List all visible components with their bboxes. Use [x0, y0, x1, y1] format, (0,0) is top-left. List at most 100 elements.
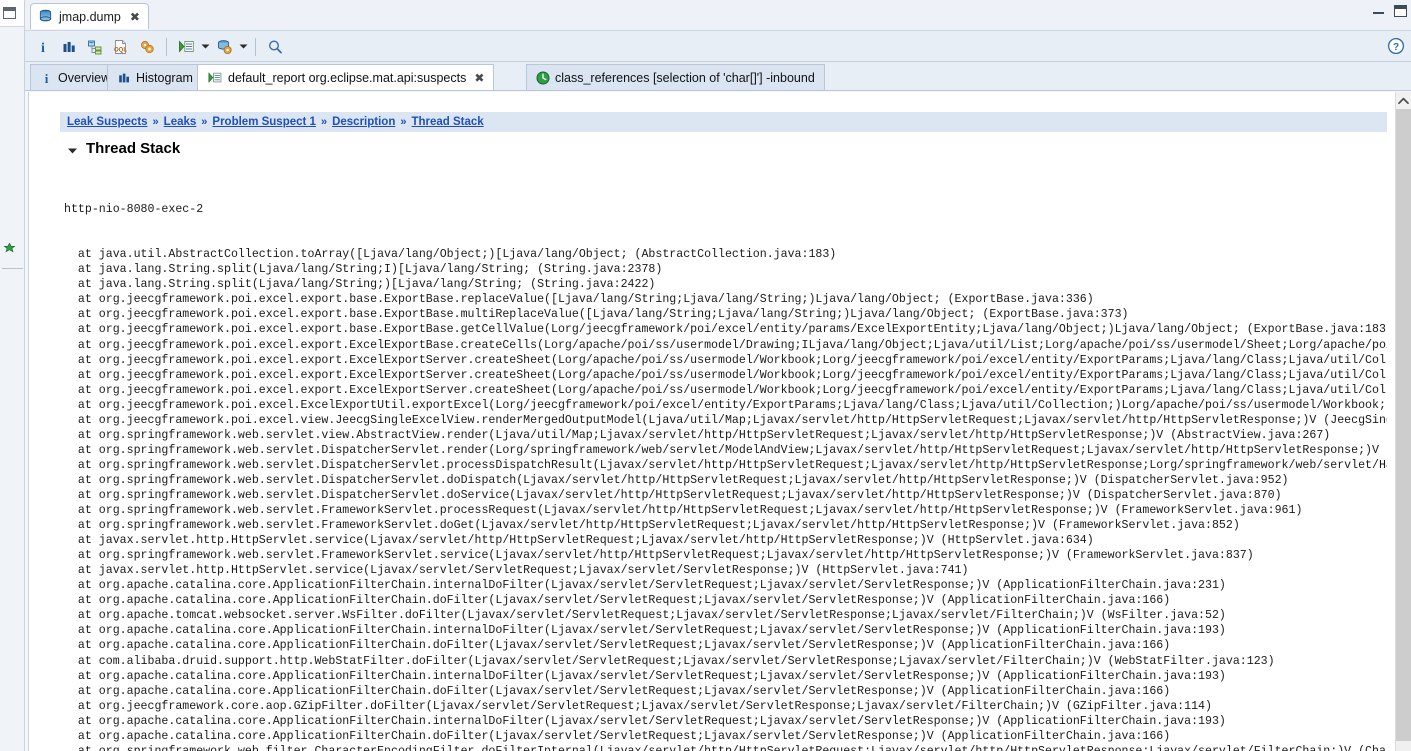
section-header-thread-stack[interactable]: Thread Stack	[67, 140, 180, 157]
stack-frame: at org.springframework.web.servlet.Dispa…	[64, 473, 1289, 487]
tab-class-references[interactable]: class_references [selection of 'char[]']…	[526, 64, 825, 90]
stack-frame: at org.springframework.web.filter.Charac…	[64, 744, 1410, 751]
breadcrumb-separator: »	[201, 116, 208, 128]
stack-frame: at org.jeecgframework.poi.excel.export.E…	[64, 368, 1410, 382]
triangle-down-icon[interactable]	[67, 143, 78, 154]
histogram-icon	[119, 73, 129, 82]
info-icon: i	[45, 71, 49, 85]
run-expert-system-test-dropdown[interactable]	[199, 36, 211, 58]
stack-frame: at org.jeecgframework.core.aop.GZipFilte…	[64, 699, 1212, 713]
stack-frame: at org.jeecgframework.poi.excel.export.E…	[64, 353, 1410, 367]
svg-text:OQL: OQL	[114, 47, 127, 53]
tab-overview-label: Overview	[58, 70, 111, 85]
stack-frame-list: at java.util.AbstractCollection.toArray(…	[64, 247, 1410, 751]
tab-default-report-label: default_report org.eclipse.mat.api:suspe…	[228, 70, 467, 85]
stack-frame: at org.apache.catalina.core.ApplicationF…	[64, 669, 1226, 683]
restore-view-icon[interactable]	[3, 7, 16, 19]
run-report-icon	[208, 71, 222, 83]
stack-frame: at org.springframework.web.servlet.view.…	[64, 428, 1331, 442]
breadcrumb-item-leak-suspects[interactable]: Leak Suspects	[67, 116, 148, 128]
scrollbar-thumb[interactable]	[1396, 109, 1411, 741]
tab-default-report[interactable]: default_report org.eclipse.mat.api:suspe…	[197, 64, 495, 90]
stack-frame: at org.jeecgframework.poi.excel.export.b…	[64, 323, 1393, 337]
svg-text:i: i	[41, 41, 45, 55]
thread-name: http-nio-8080-exec-2	[64, 203, 204, 217]
stack-frame: at org.springframework.web.servlet.Dispa…	[64, 458, 1410, 472]
stack-frame: at org.apache.catalina.core.ApplicationF…	[64, 624, 1226, 638]
dominator-tree-button[interactable]	[83, 35, 107, 59]
breadcrumb-separator: »	[320, 116, 328, 128]
stack-frame: at org.springframework.web.servlet.Frame…	[64, 519, 1240, 533]
left-trim-bar	[0, 0, 25, 751]
stack-frame: at org.apache.catalina.core.ApplicationF…	[64, 579, 1226, 593]
stack-frame: at org.jeecgframework.poi.excel.export.b…	[64, 308, 1129, 322]
heap-dump-icon	[38, 9, 53, 24]
stack-frame: at org.springframework.web.servlet.Dispa…	[64, 488, 1282, 502]
class-references-icon	[536, 71, 550, 84]
toolbar-separator	[166, 37, 167, 56]
run-expert-system-test-button[interactable]	[174, 35, 198, 59]
stack-frame: at org.jeecgframework.poi.excel.export.b…	[64, 293, 1094, 307]
help-icon[interactable]: ?	[1387, 37, 1405, 55]
svg-text:i: i	[45, 71, 49, 85]
stack-frame: at org.jeecgframework.poi.excel.export.E…	[64, 383, 1410, 397]
stack-frame: at java.lang.String.split(Ljava/lang/Str…	[64, 278, 656, 292]
breadcrumb-item-description[interactable]: Description	[332, 116, 395, 128]
breadcrumb-item-leaks[interactable]: Leaks	[164, 116, 197, 128]
stack-frame: at org.apache.catalina.core.ApplicationF…	[64, 714, 1226, 728]
editor-toolbar: i OQL ?	[25, 30, 1411, 62]
stack-frame: at org.apache.catalina.core.ApplicationF…	[64, 639, 1171, 653]
query-browser-dropdown[interactable]	[237, 36, 249, 58]
maximize-icon[interactable]	[1394, 5, 1407, 17]
minimize-icon[interactable]	[1373, 6, 1384, 17]
close-icon[interactable]: ✖	[474, 72, 484, 84]
tab-histogram-label: Histogram	[136, 70, 193, 85]
stack-frame: at javax.servlet.http.HttpServlet.servic…	[64, 534, 1094, 548]
stack-frame: at org.jeecgframework.poi.excel.view.Jee…	[64, 413, 1410, 427]
error-log-icon[interactable]	[3, 242, 16, 255]
editor-tab-bar: jmap.dump ✖	[25, 0, 1411, 30]
oql-button[interactable]: OQL	[109, 35, 133, 59]
breadcrumb-separator: »	[400, 116, 407, 128]
editor-tab-label: jmap.dump	[59, 9, 121, 24]
stack-frame: at org.springframework.web.servlet.Dispa…	[64, 443, 1410, 457]
thread-stack-text: http-nio-8080-exec-2 at java.util.Abstra…	[64, 172, 1410, 751]
stack-frame: at org.apache.catalina.core.ApplicationF…	[64, 729, 1171, 743]
breadcrumb-item-problem-suspect-1[interactable]: Problem Suspect 1	[212, 116, 316, 128]
breadcrumb-item-thread-stack[interactable]: Thread Stack	[411, 116, 483, 128]
stack-frame: at java.util.AbstractCollection.toArray(…	[64, 248, 837, 262]
toolbar-separator-2	[255, 37, 256, 56]
stack-frame: at org.apache.catalina.core.ApplicationF…	[64, 684, 1171, 698]
report-tab-bar: i Overview Histogram default_report org.…	[25, 62, 1411, 91]
window-controls	[1373, 5, 1407, 17]
close-icon[interactable]: ✖	[130, 11, 140, 23]
stack-frame: at com.alibaba.druid.support.http.WebSta…	[64, 654, 1275, 668]
tab-class-references-label: class_references [selection of 'char[]']…	[555, 70, 815, 85]
stack-frame: at org.jeecgframework.poi.excel.ExcelExp…	[64, 398, 1410, 412]
tab-histogram[interactable]: Histogram	[107, 64, 203, 90]
stack-frame: at org.springframework.web.servlet.Frame…	[64, 504, 1303, 518]
overview-info-button[interactable]: i	[31, 35, 55, 59]
breadcrumb: Leak Suspects » Leaks » Problem Suspect …	[60, 112, 1411, 132]
query-browser-button[interactable]	[212, 35, 236, 59]
stack-frame: at org.jeecgframework.poi.excel.export.E…	[64, 338, 1410, 352]
calculate-retained-size-button[interactable]	[135, 35, 159, 59]
search-button[interactable]	[263, 35, 287, 59]
trim-top-slot	[0, 0, 24, 27]
section-title: Thread Stack	[86, 140, 181, 157]
histogram-button[interactable]	[57, 35, 81, 59]
stack-frame: at org.springframework.web.servlet.Frame…	[64, 549, 1254, 563]
breadcrumb-separator: »	[152, 116, 159, 128]
stack-frame: at java.lang.String.split(Ljava/lang/Str…	[64, 263, 663, 277]
editor-tab-jmap-dump[interactable]: jmap.dump ✖	[30, 3, 149, 29]
stack-frame: at javax.servlet.http.HttpServlet.servic…	[64, 564, 969, 578]
stack-frame: at org.apache.tomcat.websocket.server.Ws…	[64, 609, 1226, 623]
editor-window: jmap.dump ✖ i OQL ? i Overview Histogram…	[25, 0, 1411, 751]
eclipse-mat-window: jmap.dump ✖ i OQL ? i Overview Histogram…	[0, 0, 1411, 751]
content-right-gutter	[1387, 92, 1395, 751]
vertical-scrollbar[interactable]	[1395, 92, 1411, 751]
trim-divider	[2, 268, 23, 269]
chevron-up-icon[interactable]	[1396, 92, 1411, 109]
svg-text:?: ?	[1393, 42, 1399, 53]
stack-frame: at org.apache.catalina.core.ApplicationF…	[64, 594, 1171, 608]
